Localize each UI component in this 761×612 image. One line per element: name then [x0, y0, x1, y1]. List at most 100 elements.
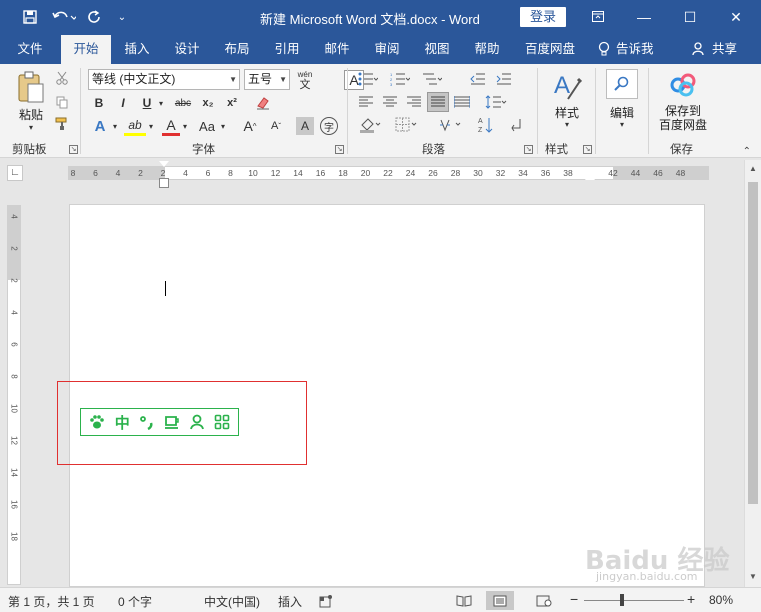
change-case-button[interactable]: Aa — [196, 116, 218, 136]
ime-toolbar[interactable]: 中 — [80, 408, 239, 436]
left-indent-marker[interactable] — [159, 178, 169, 188]
first-line-indent-marker[interactable] — [159, 161, 169, 167]
underline-button[interactable]: U — [138, 94, 156, 112]
zoom-in-button[interactable]: + — [687, 591, 695, 607]
bullets-icon[interactable] — [356, 70, 380, 88]
chevron-down-icon[interactable]: ▾ — [562, 120, 572, 129]
cup-icon[interactable] — [162, 412, 182, 432]
highlight-button[interactable]: ab — [124, 116, 146, 136]
customize-qat-icon[interactable]: ⌄ — [114, 7, 130, 27]
align-center-icon[interactable] — [380, 93, 400, 111]
increase-indent-icon[interactable] — [494, 70, 514, 88]
save-to-baidu-button[interactable]: 保存到 百度网盘 — [656, 104, 710, 132]
zoom-slider-track[interactable] — [584, 600, 684, 601]
shading-icon[interactable] — [356, 115, 384, 135]
copy-icon[interactable] — [54, 94, 70, 110]
chevron-down-icon[interactable]: ▾ — [617, 120, 627, 129]
tab-baidu-netdisk[interactable]: 百度网盘 — [518, 34, 582, 64]
tab-review[interactable]: 审阅 — [366, 34, 408, 64]
distributed-icon[interactable] — [452, 93, 472, 111]
decrease-indent-icon[interactable] — [468, 70, 488, 88]
insert-mode[interactable]: 插入 — [278, 593, 302, 610]
superscript-button[interactable]: x² — [222, 94, 242, 112]
tab-design[interactable]: 设计 — [166, 34, 208, 64]
chevron-down-icon[interactable]: ▾ — [218, 116, 228, 136]
paste-icon[interactable] — [14, 70, 46, 106]
close-icon[interactable]: ✕ — [716, 6, 756, 28]
tab-mailings[interactable]: 邮件 — [316, 34, 358, 64]
zoom-out-button[interactable]: − — [570, 591, 578, 607]
shrink-font-button[interactable]: Aˇ — [266, 116, 286, 136]
vertical-ruler[interactable]: 4 2 2 4 6 8 10 12 14 16 18 — [7, 205, 21, 585]
collapse-ribbon-icon[interactable]: ⌃ — [743, 146, 751, 157]
styles-launcher-icon[interactable]: ↘ — [583, 145, 592, 154]
bold-button[interactable]: B — [90, 94, 108, 112]
punct-icon[interactable] — [137, 412, 157, 432]
phonetic-guide-icon[interactable]: wén 文 — [294, 68, 316, 92]
tab-insert[interactable]: 插入 — [116, 34, 158, 64]
language-indicator[interactable]: 中文(中国) — [204, 593, 260, 610]
cut-icon[interactable] — [54, 70, 70, 86]
right-indent-marker[interactable] — [585, 173, 595, 180]
macro-record-icon[interactable] — [312, 591, 340, 610]
justify-icon[interactable] — [427, 92, 449, 112]
chinese-layout-icon[interactable] — [436, 115, 464, 135]
chevron-down-icon[interactable]: ▾ — [180, 116, 190, 136]
editing-button-label[interactable]: 编辑 — [604, 104, 640, 121]
scroll-down-icon[interactable]: ▼ — [745, 572, 761, 581]
sort-icon[interactable]: AZ — [476, 115, 496, 135]
zoom-level[interactable]: 80% — [709, 593, 733, 607]
tab-layout[interactable]: 布局 — [216, 34, 258, 64]
format-painter-icon[interactable] — [54, 116, 70, 132]
user-icon[interactable] — [187, 412, 207, 432]
vertical-scrollbar[interactable]: ▲ ▼ — [744, 160, 761, 587]
redo-icon[interactable] — [84, 7, 104, 27]
align-right-icon[interactable] — [404, 93, 424, 111]
web-layout-icon[interactable] — [530, 591, 558, 610]
multilevel-list-icon[interactable] — [420, 70, 444, 88]
tab-view[interactable]: 视图 — [416, 34, 458, 64]
ime-mode-toggle[interactable]: 中 — [112, 412, 132, 432]
ribbon-display-options-icon[interactable] — [578, 6, 618, 28]
underline-dropdown-icon[interactable]: ▾ — [156, 94, 166, 112]
numbering-icon[interactable]: 123 — [388, 70, 412, 88]
text-effects-button[interactable]: A — [90, 116, 110, 136]
tab-help[interactable]: 帮助 — [466, 34, 508, 64]
grid-icon[interactable] — [212, 412, 232, 432]
save-icon[interactable] — [20, 7, 40, 27]
styles-icon[interactable]: A — [551, 70, 583, 102]
font-launcher-icon[interactable]: ↘ — [335, 145, 344, 154]
enclose-characters-button[interactable]: 字 — [320, 117, 338, 135]
paragraph-launcher-icon[interactable]: ↘ — [524, 145, 533, 154]
align-left-icon[interactable] — [356, 93, 376, 111]
scroll-thumb[interactable] — [748, 182, 758, 504]
tab-references[interactable]: 引用 — [266, 34, 308, 64]
search-icon[interactable] — [606, 69, 638, 99]
subscript-button[interactable]: x₂ — [198, 94, 218, 112]
maximize-icon[interactable]: ☐ — [670, 6, 710, 28]
borders-icon[interactable] — [392, 115, 420, 135]
word-count[interactable]: 0 个字 — [118, 593, 152, 610]
read-mode-icon[interactable] — [450, 591, 478, 610]
font-color-button[interactable]: A — [162, 116, 180, 136]
eraser-icon[interactable] — [254, 93, 272, 113]
paste-label[interactable]: 粘贴 — [16, 106, 46, 123]
undo-icon[interactable] — [50, 7, 78, 27]
baidu-netdisk-icon[interactable] — [668, 70, 698, 100]
share-button[interactable]: 共享 — [692, 34, 737, 64]
paw-icon[interactable] — [87, 412, 107, 432]
print-layout-icon[interactable] — [486, 591, 514, 610]
tell-me-search[interactable]: 告诉我 — [598, 34, 654, 64]
login-button[interactable]: 登录 — [520, 7, 566, 27]
tab-file[interactable]: 文件 — [8, 34, 52, 64]
font-size-combo[interactable]: 五号 ▼ — [244, 69, 290, 90]
styles-button-label[interactable]: 样式 — [550, 104, 584, 121]
font-name-combo[interactable]: 等线 (中文正文) ▼ — [88, 69, 240, 90]
chevron-down-icon[interactable]: ▾ — [110, 116, 120, 136]
minimize-icon[interactable]: — — [624, 6, 664, 28]
zoom-slider-thumb[interactable] — [620, 594, 624, 606]
italic-button[interactable]: I — [114, 94, 132, 112]
tab-selector-icon[interactable]: ∟ — [7, 165, 23, 181]
grow-font-button[interactable]: A ^ — [240, 116, 260, 136]
strikethrough-button[interactable]: abc — [172, 94, 194, 112]
